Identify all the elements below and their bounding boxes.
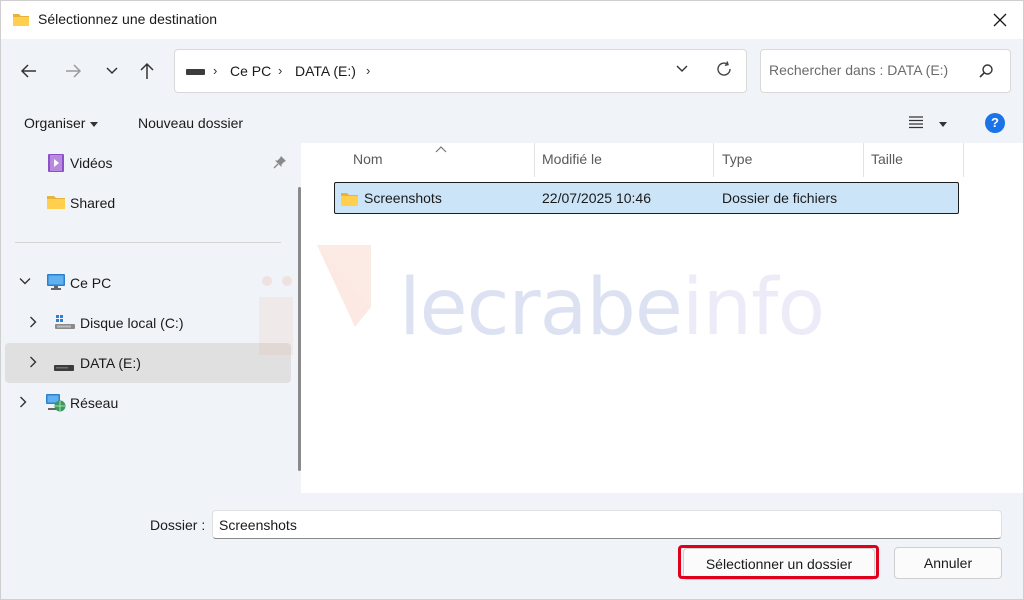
caret-down-icon [90, 121, 99, 127]
chevron-right-icon: › [213, 63, 218, 78]
close-icon [993, 13, 1007, 27]
organize-menu[interactable]: Organiser [24, 115, 99, 131]
refresh-icon[interactable] [715, 60, 733, 81]
arrow-left-icon [20, 64, 36, 78]
column-divider[interactable] [534, 143, 535, 177]
help-button[interactable]: ? [985, 113, 1005, 133]
column-divider[interactable] [713, 143, 714, 177]
forward-button[interactable] [59, 59, 87, 83]
back-button[interactable] [15, 59, 43, 83]
windows-drive-icon [54, 313, 76, 334]
window-title: Sélectionnez une destination [38, 11, 218, 27]
column-header-type[interactable]: Type [722, 151, 752, 167]
drive-icon [186, 69, 205, 75]
close-button[interactable] [977, 1, 1023, 39]
cancel-button[interactable]: Annuler [894, 547, 1002, 579]
nav-item-label: Disque local (C:) [80, 315, 184, 331]
address-bar[interactable]: › Ce PC › DATA (E:) › [174, 49, 747, 93]
new-folder-button[interactable]: Nouveau dossier [138, 115, 243, 131]
network-icon [45, 393, 67, 416]
videos-icon [47, 153, 65, 176]
nav-item-label: Shared [70, 195, 116, 211]
view-options-icon[interactable] [908, 115, 924, 132]
chevron-right-icon: › [278, 63, 283, 78]
nav-item-label: Ce PC [70, 275, 112, 291]
folder-name-input[interactable] [212, 510, 1002, 539]
chevron-right-icon[interactable] [29, 356, 37, 371]
organize-label: Organiser [24, 115, 86, 131]
nav-item-label: DATA (E:) [80, 355, 141, 371]
computer-icon [46, 273, 66, 294]
view-dropdown-icon[interactable] [939, 122, 947, 127]
file-type: Dossier de fichiers [722, 190, 838, 206]
sort-ascending-icon [435, 143, 447, 157]
chevron-down-icon[interactable] [19, 276, 31, 288]
file-modified: 22/07/2025 10:46 [542, 190, 651, 206]
nav-item-shared[interactable]: Shared [5, 183, 291, 223]
nav-item-data-e[interactable]: DATA (E:) [5, 343, 291, 383]
nav-item-network[interactable]: Réseau [5, 383, 291, 423]
arrow-right-icon [66, 64, 82, 78]
watermark-text: lecrabeinfo [399, 263, 825, 353]
navigation-pane: Vidéos Shared Ce PC Disque local (C:) DA… [1, 143, 301, 493]
folder-icon [12, 11, 30, 30]
file-name: Screenshots [364, 190, 442, 206]
arrow-up-icon [140, 62, 154, 79]
breadcrumb-ce-pc[interactable]: Ce PC [230, 63, 271, 79]
search-box[interactable] [760, 49, 1011, 93]
recent-locations-button[interactable] [98, 59, 126, 83]
folder-label: Dossier : [150, 517, 206, 533]
table-row[interactable]: Screenshots 22/07/2025 10:46 Dossier de … [334, 182, 959, 214]
nav-item-label: Vidéos [70, 155, 113, 171]
select-button-highlight [678, 545, 879, 579]
chevron-right-icon[interactable]: › [366, 63, 370, 78]
watermark-text-suffix: info [681, 263, 825, 353]
nav-item-videos[interactable]: Vidéos [5, 143, 291, 183]
folder-icon [340, 191, 359, 210]
nav-item-ce-pc[interactable]: Ce PC [5, 263, 291, 303]
folder-picker-dialog: Sélectionnez une destination › Ce PC › D… [0, 0, 1024, 600]
chevron-right-icon[interactable] [19, 396, 27, 411]
breadcrumb-data-e[interactable]: DATA (E:) [295, 63, 356, 79]
watermark: lecrabeinfo [259, 245, 825, 355]
chevron-right-icon[interactable] [29, 316, 37, 331]
nav-item-local-disk-c[interactable]: Disque local (C:) [5, 303, 291, 343]
watermark-text-brand: lecrabe [399, 263, 683, 353]
nav-item-label: Réseau [70, 395, 119, 411]
drive-icon [54, 359, 74, 375]
search-input[interactable] [769, 62, 969, 78]
command-bar: Organiser Nouveau dossier [1, 103, 1023, 143]
column-divider[interactable] [963, 143, 964, 177]
folder-icon [46, 193, 66, 214]
title-bar: Sélectionnez une destination [1, 1, 1023, 39]
column-header-size[interactable]: Taille [871, 151, 903, 167]
column-divider[interactable] [863, 143, 864, 177]
crab-logo [259, 245, 371, 355]
nav-divider [15, 242, 281, 243]
chevron-down-icon [106, 67, 118, 75]
address-history-icon[interactable] [675, 61, 689, 77]
column-header-modified[interactable]: Modifié le [542, 151, 602, 167]
address-row: › Ce PC › DATA (E:) › [1, 39, 1023, 103]
pin-icon[interactable] [273, 155, 287, 172]
column-header-name[interactable]: Nom [353, 151, 383, 167]
up-button[interactable] [133, 59, 161, 83]
search-icon[interactable] [978, 63, 994, 82]
